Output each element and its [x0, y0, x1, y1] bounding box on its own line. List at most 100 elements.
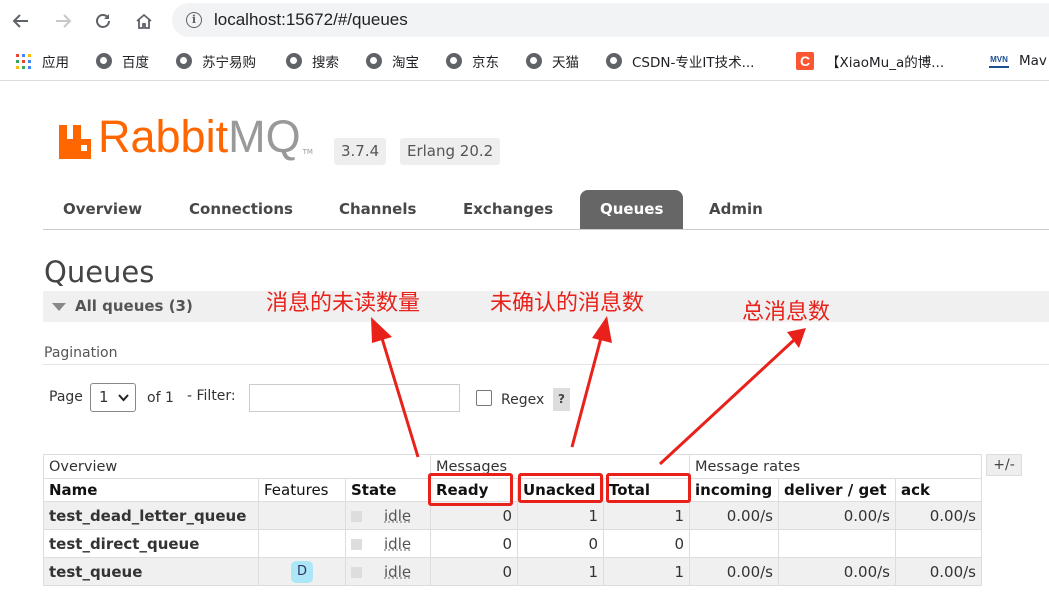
group-header-message-rates: Message rates [689, 454, 982, 479]
globe-icon [286, 53, 302, 69]
bookmark-label: 京东 [472, 55, 499, 71]
durable-badge[interactable]: D [291, 560, 313, 583]
forward-arrow-icon[interactable] [50, 8, 76, 34]
column-header-state[interactable]: State [345, 478, 431, 502]
bookmark-jd[interactable]: 京东 [446, 41, 499, 81]
bookmark-label: 淘宝 [392, 55, 419, 71]
column-toggle-button[interactable]: +/- [986, 454, 1022, 476]
unacked-count: 0 [517, 529, 604, 558]
tab-admin[interactable]: Admin [689, 190, 783, 229]
tab-connections[interactable]: Connections [169, 190, 313, 229]
url-text: localhost:15672/#/queues [214, 10, 408, 29]
bookmark-apps[interactable]: 应用 [16, 41, 69, 81]
bookmark-xiaomu[interactable]: C 【XiaoMu_a的博... [796, 41, 944, 81]
features-cell: D [258, 557, 346, 586]
column-header-features: Features [258, 478, 346, 502]
state-text: idle [384, 506, 412, 525]
page-count: of 1 [147, 390, 174, 406]
bookmark-maven[interactable]: MVN Mav [989, 41, 1047, 81]
apps-grid-icon [16, 53, 31, 69]
bookmark-tmall[interactable]: 天猫 [526, 41, 579, 81]
tab-exchanges[interactable]: Exchanges [443, 190, 573, 229]
table-row[interactable]: test_direct_queue idle 0 0 0 [43, 529, 982, 558]
bookmark-taobao[interactable]: 淘宝 [366, 41, 419, 81]
incoming-rate [689, 529, 779, 558]
globe-icon [366, 53, 382, 69]
regex-checkbox[interactable] [476, 390, 492, 406]
pagination-heading: Pagination [44, 345, 118, 361]
table-row[interactable]: test_queue D idle 0 1 1 0.00/s 0.00/s 0.… [43, 557, 982, 586]
rabbitmq-logo[interactable]: RabbitMQ TM [57, 113, 313, 161]
queue-name-link[interactable]: test_dead_letter_queue [43, 501, 259, 530]
back-arrow-icon[interactable] [8, 8, 34, 34]
regex-label: Regex [501, 392, 545, 408]
annotation-box-total [606, 473, 691, 503]
state-cell: idle [345, 557, 431, 586]
state-cell: idle [345, 501, 431, 530]
features-cell [258, 501, 346, 530]
home-icon[interactable] [131, 8, 157, 34]
group-header-overview: Overview [43, 454, 431, 479]
total-count: 1 [603, 501, 690, 530]
bookmark-label: 搜索 [312, 55, 339, 71]
column-header-name[interactable]: Name [43, 478, 259, 502]
regex-help-button[interactable]: ? [553, 388, 570, 411]
reload-icon[interactable] [90, 8, 116, 34]
deliver-rate: 0.00/s [778, 501, 896, 530]
rabbitmq-logo-icon [57, 121, 95, 161]
ready-count: 0 [430, 557, 518, 586]
ack-rate [895, 529, 982, 558]
page-select[interactable]: 1 [90, 383, 136, 412]
logo-trademark: TM [302, 148, 313, 156]
maven-icon: MVN [989, 54, 1009, 68]
bookmark-suning[interactable]: 苏宁易购 [176, 41, 256, 81]
tab-channels[interactable]: Channels [319, 190, 436, 229]
queue-name-link[interactable]: test_queue [43, 557, 259, 586]
column-header-ack[interactable]: ack [895, 478, 982, 502]
ack-rate: 0.00/s [895, 557, 982, 586]
deliver-rate [778, 529, 896, 558]
bookmark-csdn[interactable]: CSDN-专业IT技术... [606, 41, 754, 81]
bookmark-label: 应用 [42, 55, 69, 71]
bookmark-label: 天猫 [552, 55, 579, 71]
column-header-incoming[interactable]: incoming [689, 478, 779, 502]
browser-toolbar: i localhost:15672/#/queues [0, 0, 1049, 41]
bookmark-label: Mav [1019, 53, 1047, 69]
incoming-rate: 0.00/s [689, 557, 779, 586]
annotation-arrow-total [658, 338, 796, 466]
main-tabs: Overview Connections Channels Exchanges … [43, 190, 1049, 230]
annotation-box-ready [428, 473, 513, 506]
deliver-rate: 0.00/s [778, 557, 896, 586]
logo-wordmark: RabbitMQ [98, 113, 301, 161]
bookmark-label: 百度 [122, 55, 149, 71]
filter-input[interactable] [249, 384, 460, 412]
logo-text-mq: MQ [228, 111, 301, 162]
globe-icon [526, 53, 542, 69]
tab-overview[interactable]: Overview [43, 190, 162, 229]
globe-icon [606, 53, 622, 69]
incoming-rate: 0.00/s [689, 501, 779, 530]
collapse-triangle-icon [52, 303, 66, 311]
table-row[interactable]: test_dead_letter_queue idle 0 1 1 0.00/s… [43, 501, 982, 530]
info-icon[interactable]: i [186, 12, 202, 28]
globe-icon [176, 53, 192, 69]
erlang-version-badge: Erlang 20.2 [400, 138, 501, 165]
column-header-deliver-get[interactable]: deliver / get [778, 478, 896, 502]
tab-queues[interactable]: Queues [580, 190, 684, 229]
bookmark-baidu[interactable]: 百度 [96, 41, 149, 81]
bookmark-label: 苏宁易购 [202, 55, 256, 71]
annotation-arrow-unacked [570, 333, 604, 448]
bookmark-label: 【XiaoMu_a的博... [826, 55, 945, 71]
annotation-label-total: 总消息数 [742, 300, 831, 325]
state-square-icon [351, 566, 362, 578]
page-label: Page [49, 389, 83, 405]
bookmark-search[interactable]: 搜索 [286, 41, 339, 81]
annotation-arrowhead-total [787, 328, 806, 348]
address-bar[interactable]: i localhost:15672/#/queues [172, 3, 1049, 37]
ready-count: 0 [430, 529, 518, 558]
queue-name-link[interactable]: test_direct_queue [43, 529, 259, 558]
annotation-label-unacked: 未确认的消息数 [490, 291, 645, 316]
state-text: idle [384, 534, 412, 553]
bookmark-label: CSDN-专业IT技术... [632, 55, 755, 71]
logo-text-rabbit: Rabbit [98, 111, 229, 162]
